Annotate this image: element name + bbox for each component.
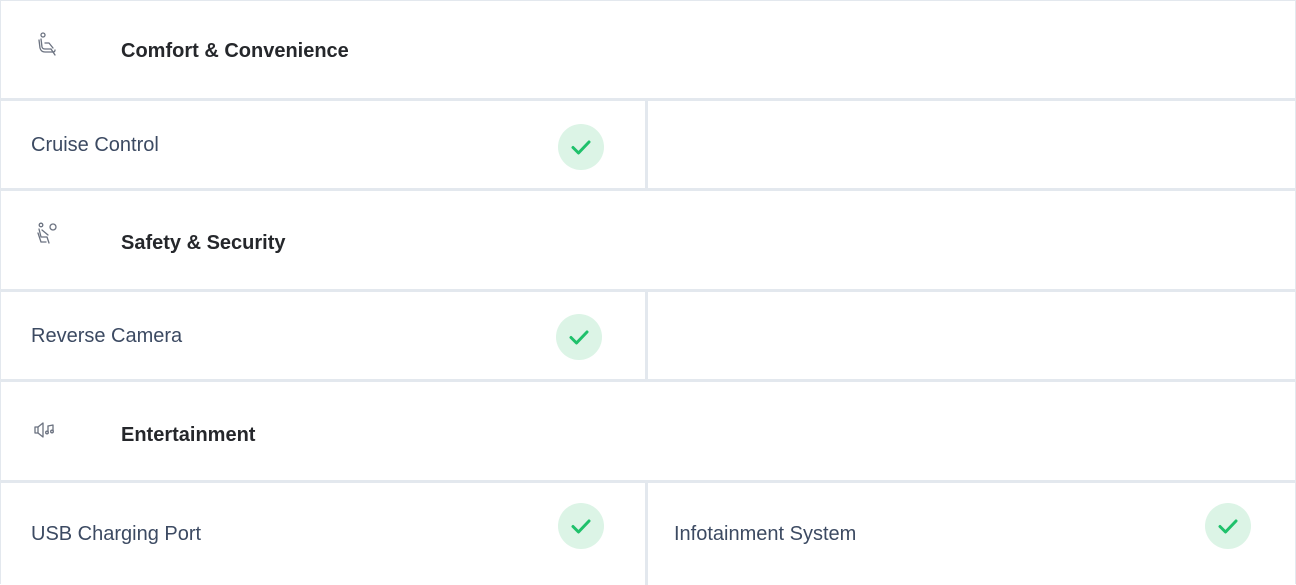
seatbelt-passenger-icon xyxy=(35,221,61,247)
feature-cell: Cruise Control xyxy=(1,101,648,188)
feature-row: Cruise Control xyxy=(1,101,1295,188)
feature-row: Reverse Camera xyxy=(1,292,1295,379)
feature-cell-empty xyxy=(648,292,1295,379)
check-icon xyxy=(1205,503,1251,549)
feature-label: Cruise Control xyxy=(31,134,159,156)
category-title: Comfort & Convenience xyxy=(121,40,349,62)
vehicle-features-panel: Comfort & Convenience Cruise Control Saf… xyxy=(0,0,1296,585)
category-header-safety: Safety & Security xyxy=(1,191,1295,289)
feature-label: Infotainment System xyxy=(674,523,857,545)
category-title: Entertainment xyxy=(121,424,256,446)
check-icon xyxy=(558,503,604,549)
feature-cell: Infotainment System xyxy=(648,483,1295,585)
speaker-music-icon xyxy=(33,420,59,446)
category-header-comfort: Comfort & Convenience xyxy=(1,1,1295,99)
feature-cell: USB Charging Port xyxy=(1,483,648,585)
feature-cell-empty xyxy=(648,101,1295,188)
check-icon xyxy=(556,314,602,360)
feature-label: Reverse Camera xyxy=(31,325,183,347)
feature-label: USB Charging Port xyxy=(31,523,202,545)
feature-cell: Reverse Camera xyxy=(1,292,648,379)
feature-row: USB Charging Port Infotainment System xyxy=(1,483,1295,585)
category-header-entertainment: Entertainment xyxy=(1,382,1295,480)
seat-icon xyxy=(35,31,61,57)
category-title: Safety & Security xyxy=(121,232,286,254)
check-icon xyxy=(558,124,604,170)
